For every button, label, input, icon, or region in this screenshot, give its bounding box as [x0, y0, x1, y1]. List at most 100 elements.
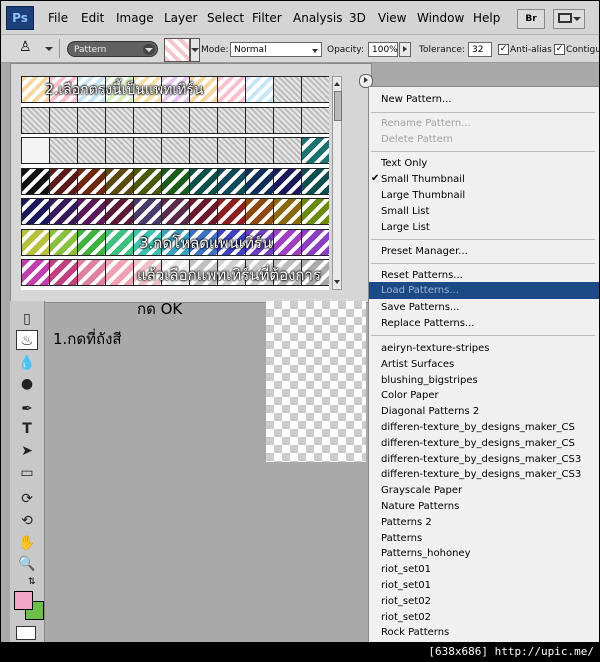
- pattern-picker-arrow-icon[interactable]: [190, 38, 200, 62]
- screen-mode-button[interactable]: [553, 9, 585, 29]
- menu-new-pattern[interactable]: New Pattern...: [381, 94, 452, 105]
- tool-preset-arrow-icon[interactable]: [45, 47, 53, 55]
- menu-edit[interactable]: Edit: [81, 11, 104, 25]
- blur-tool-icon[interactable]: 💧: [16, 353, 38, 373]
- pattern-swatch-tile[interactable]: [301, 106, 329, 134]
- menu-layer[interactable]: Layer: [164, 11, 197, 25]
- pattern-swatch-tile[interactable]: [77, 198, 106, 225]
- menu-window[interactable]: Window: [417, 11, 464, 25]
- menu-library-item[interactable]: Grayscale Paper: [381, 485, 462, 496]
- pattern-swatch-tile[interactable]: [77, 167, 106, 195]
- pattern-swatch[interactable]: [164, 38, 190, 62]
- pattern-swatch-tile[interactable]: [189, 167, 218, 195]
- menu-library-item[interactable]: aeiryn-texture-stripes: [381, 343, 490, 354]
- menu-image[interactable]: Image: [116, 11, 154, 25]
- menu-library-item[interactable]: differen-texture_by_designs_maker_CS3: [381, 454, 581, 465]
- menu-filter[interactable]: Filter: [252, 11, 282, 25]
- pattern-swatch-tile[interactable]: [245, 167, 274, 195]
- menu-library-item[interactable]: differen-texture_by_designs_maker_CS: [381, 422, 575, 433]
- paint-bucket-icon[interactable]: ♙: [19, 39, 32, 55]
- pattern-swatch-tile[interactable]: [273, 167, 302, 195]
- pattern-swatch-tile[interactable]: [245, 137, 274, 164]
- scroll-up-icon[interactable]: [334, 79, 340, 86]
- pattern-swatch-tile[interactable]: [273, 228, 302, 256]
- menu-preset-manager[interactable]: Preset Manager...: [381, 246, 468, 257]
- 3d-rotate-tool-icon[interactable]: ⟳: [16, 489, 38, 509]
- menu-library-item[interactable]: Color Paper: [381, 390, 439, 401]
- tolerance-input[interactable]: 32: [468, 42, 492, 57]
- pattern-swatch-tile[interactable]: [273, 137, 302, 164]
- menu-library-item[interactable]: Artist Surfaces: [381, 359, 454, 370]
- menu-library-item[interactable]: Diagonal Patterns 2: [381, 406, 479, 417]
- pattern-swatch-tile[interactable]: [21, 137, 50, 164]
- menu-view[interactable]: View: [378, 11, 406, 25]
- pattern-swatch-tile[interactable]: [161, 167, 190, 195]
- pattern-swatch-tile[interactable]: [49, 259, 78, 286]
- menu-small-thumbnail[interactable]: Small Thumbnail: [381, 174, 465, 185]
- mode-select[interactable]: Normal: [230, 42, 322, 57]
- pattern-swatch-tile[interactable]: [21, 228, 50, 256]
- pattern-swatch-tile[interactable]: [161, 106, 190, 134]
- quick-mask-icon[interactable]: [16, 626, 36, 640]
- pattern-swatch-tile[interactable]: [189, 198, 218, 225]
- menu-analysis[interactable]: Analysis: [293, 11, 342, 25]
- pattern-swatch-tile[interactable]: [49, 167, 78, 195]
- menu-help[interactable]: Help: [473, 11, 500, 25]
- pattern-swatch-tile[interactable]: [161, 198, 190, 225]
- pattern-swatch-tile[interactable]: [189, 106, 218, 134]
- menu-file[interactable]: File: [48, 11, 68, 25]
- menu-select[interactable]: Select: [207, 11, 244, 25]
- type-tool-icon[interactable]: T: [16, 419, 38, 439]
- pattern-swatch-tile[interactable]: [105, 137, 134, 164]
- menu-reset-patterns[interactable]: Reset Patterns...: [381, 270, 463, 281]
- foreground-color-swatch[interactable]: [14, 591, 33, 610]
- pattern-picker-scrollbar[interactable]: [332, 76, 342, 290]
- menu-library-item[interactable]: differen-texture_by_designs_maker_CS3: [381, 469, 581, 480]
- pattern-swatch-tile[interactable]: [301, 167, 329, 195]
- menu-large-list[interactable]: Large List: [381, 222, 430, 233]
- contiguous-checkbox[interactable]: ✓: [554, 44, 565, 55]
- eraser-tool-icon[interactable]: ▯: [16, 309, 38, 329]
- pattern-swatch-tile[interactable]: [217, 198, 246, 225]
- pattern-swatch-tile[interactable]: [21, 167, 50, 195]
- pattern-swatch-tile[interactable]: [301, 137, 329, 164]
- pattern-swatch-tile[interactable]: [21, 198, 50, 225]
- pattern-swatch-tile[interactable]: [133, 167, 162, 195]
- transparent-canvas[interactable]: [266, 301, 366, 462]
- pattern-swatch-tile[interactable]: [217, 76, 246, 103]
- pattern-swatch-tile[interactable]: [133, 106, 162, 134]
- menu-library-item[interactable]: Patterns: [381, 533, 422, 544]
- dodge-tool-icon[interactable]: ●: [16, 374, 38, 394]
- menu-library-item[interactable]: riot_set01: [381, 564, 431, 575]
- pattern-swatch-tile[interactable]: [245, 76, 274, 103]
- pattern-swatch-tile[interactable]: [49, 228, 78, 256]
- menu-library-item[interactable]: riot_set02: [381, 612, 431, 623]
- hand-tool-icon[interactable]: ✋: [16, 533, 38, 553]
- pattern-swatch-tile[interactable]: [21, 106, 50, 134]
- pattern-swatch-tile[interactable]: [217, 137, 246, 164]
- menu-library-item[interactable]: riot_set01: [381, 580, 431, 591]
- pattern-swatch-tile[interactable]: [273, 198, 302, 225]
- menu-library-item[interactable]: Rock Patterns: [381, 627, 449, 638]
- menu-large-thumbnail[interactable]: Large Thumbnail: [381, 190, 465, 201]
- menu-load-patterns[interactable]: Load Patterns...: [381, 285, 459, 296]
- menu-save-patterns[interactable]: Save Patterns...: [381, 302, 459, 313]
- pattern-swatch-tile[interactable]: [217, 167, 246, 195]
- menu-3d[interactable]: 3D: [349, 11, 366, 25]
- menu-text-only[interactable]: Text Only: [381, 158, 427, 169]
- pattern-swatch-tile[interactable]: [245, 198, 274, 225]
- pattern-swatch-tile[interactable]: [77, 137, 106, 164]
- swap-colors-icon[interactable]: ⇅: [28, 577, 36, 587]
- pattern-swatch-tile[interactable]: [189, 137, 218, 164]
- pattern-swatch-tile[interactable]: [301, 228, 329, 256]
- pattern-swatch-tile[interactable]: [133, 198, 162, 225]
- opacity-input[interactable]: 100%: [368, 42, 398, 57]
- pattern-swatch-tile[interactable]: [273, 76, 302, 103]
- path-selection-tool-icon[interactable]: ➤: [16, 441, 38, 461]
- scroll-down-icon[interactable]: [334, 280, 340, 287]
- menu-small-list[interactable]: Small List: [381, 206, 429, 217]
- pattern-swatch-tile[interactable]: [105, 198, 134, 225]
- menu-library-item[interactable]: blushing_bigstripes: [381, 375, 478, 386]
- pen-tool-icon[interactable]: ✒: [16, 399, 38, 419]
- pattern-swatch-tile[interactable]: [77, 228, 106, 256]
